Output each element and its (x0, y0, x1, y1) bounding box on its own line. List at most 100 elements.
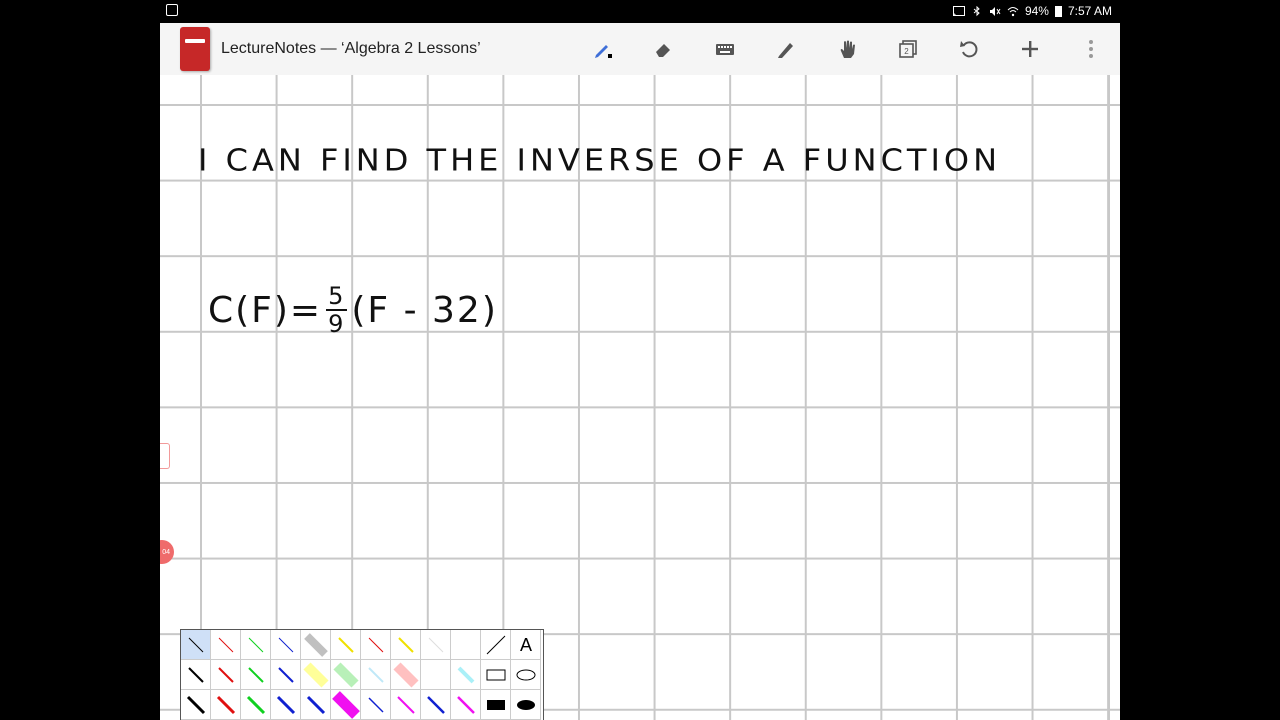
app-toolbar: LectureNotes — ‘Algebra 2 Lessons’ 2 (160, 23, 1120, 76)
palette-empty[interactable] (451, 630, 481, 660)
hand-icon (840, 40, 855, 58)
stroke-swatch (428, 637, 444, 653)
page-layers-button[interactable]: 2 (894, 35, 922, 63)
stroke-swatch (216, 695, 236, 715)
pen-tool-button[interactable] (589, 35, 617, 63)
palette-thick-green[interactable] (241, 690, 271, 720)
pencil-tool-button[interactable] (772, 35, 800, 63)
stroke-swatch (393, 662, 419, 688)
filled-ellipse-icon (517, 700, 535, 710)
stroke-swatch (186, 695, 206, 715)
line-icon (486, 635, 506, 655)
eraser-tool-button[interactable] (650, 35, 678, 63)
palette-line-tool[interactable] (481, 630, 511, 660)
more-menu-button[interactable] (1077, 35, 1105, 63)
palette-thin-yellow-2[interactable] (391, 630, 421, 660)
palette-text-tool[interactable]: A (511, 630, 541, 660)
battery-icon (1054, 5, 1062, 17)
palette-medium-blue[interactable] (271, 660, 301, 690)
keyboard-tool-button[interactable] (711, 35, 739, 63)
palette-lightblue-thin[interactable] (361, 660, 391, 690)
palette-thin-blue[interactable] (271, 630, 301, 660)
pencil-icon (778, 43, 793, 58)
clock: 7:57 AM (1067, 4, 1112, 18)
stroke-swatch (303, 662, 329, 688)
stroke-swatch (276, 695, 296, 715)
mute-icon (989, 6, 1001, 16)
app-title: LectureNotes — ‘Algebra 2 Lessons’ (221, 40, 481, 57)
palette-thin-green[interactable] (241, 630, 271, 660)
pages-icon: 2 (899, 40, 917, 58)
pen-icon (595, 45, 612, 58)
palette-ellipse-tool[interactable] (511, 660, 541, 690)
palette-thick-red[interactable] (211, 690, 241, 720)
palette-thin-lightgray[interactable] (421, 630, 451, 660)
page-layers-badge: 2 (904, 47, 909, 56)
palette-filled-ellipse-tool[interactable] (511, 690, 541, 720)
keyboard-icon (716, 44, 734, 55)
handwritten-equation: C(F)= 5 9 (F - 32) (208, 283, 498, 337)
palette-thin-red-2[interactable] (361, 630, 391, 660)
fraction-numerator: 5 (326, 282, 348, 311)
notebook-app-icon[interactable] (180, 27, 210, 71)
filled-rectangle-icon (487, 700, 505, 710)
stroke-swatch (398, 637, 414, 653)
palette-thick-blue-2[interactable] (301, 690, 331, 720)
handwritten-heading: I CAN FIND THE INVERSE OF A FUNCTION (198, 141, 1002, 179)
palette-empty-2[interactable] (421, 660, 451, 690)
stroke-swatch (457, 696, 475, 714)
stroke-swatch (248, 667, 264, 683)
ellipse-icon (516, 669, 536, 681)
palette-cyan-highlighter[interactable] (451, 660, 481, 690)
screen-record-icon (166, 4, 178, 16)
cast-icon (952, 5, 965, 16)
palette-medium-red[interactable] (211, 660, 241, 690)
palette-magenta-medium[interactable] (451, 690, 481, 720)
palette-rectangle-tool[interactable] (481, 660, 511, 690)
stroke-swatch (368, 697, 384, 713)
stroke-swatch (188, 637, 204, 653)
add-button[interactable] (1016, 35, 1044, 63)
palette-yellow-highlighter[interactable] (301, 660, 331, 690)
side-drawer-handle[interactable] (160, 443, 170, 469)
palette-thin-red[interactable] (211, 630, 241, 660)
app-window: LectureNotes — ‘Algebra 2 Lessons’ 2 I C… (160, 23, 1120, 720)
fraction-denominator: 9 (328, 310, 346, 338)
more-vert-icon (1089, 40, 1093, 58)
palette-gray-highlighter[interactable] (301, 630, 331, 660)
palette-pink-highlighter[interactable] (391, 660, 421, 690)
rectangle-icon (486, 669, 506, 681)
palette-green-highlighter[interactable] (331, 660, 361, 690)
wifi-icon (1007, 6, 1019, 16)
eraser-icon (656, 44, 670, 57)
palette-blue-medium[interactable] (421, 690, 451, 720)
stroke-swatch (248, 637, 264, 653)
bluetooth-icon (973, 5, 980, 16)
palette-thin-yellow[interactable] (331, 630, 361, 660)
equation-rhs: (F - 32) (351, 289, 498, 331)
stroke-swatch (457, 666, 475, 684)
stroke-swatch (368, 667, 384, 683)
stroke-swatch (338, 637, 354, 653)
stroke-swatch (333, 662, 359, 688)
stroke-swatch (218, 637, 234, 653)
pen-palette: A (180, 629, 544, 720)
stroke-swatch (332, 691, 360, 719)
palette-thick-blue[interactable] (271, 690, 301, 720)
stroke-swatch (188, 667, 204, 683)
palette-thin-black[interactable] (181, 630, 211, 660)
hand-tool-button[interactable] (833, 35, 861, 63)
palette-magenta-thin[interactable] (391, 690, 421, 720)
palette-magenta-highlighter[interactable] (331, 690, 361, 720)
stroke-swatch (246, 695, 266, 715)
palette-thick-black[interactable] (181, 690, 211, 720)
palette-medium-green[interactable] (241, 660, 271, 690)
stroke-swatch (304, 633, 328, 657)
palette-medium-black[interactable] (181, 660, 211, 690)
status-bar: 94% 7:57 AM (0, 0, 1280, 23)
undo-button[interactable] (955, 35, 983, 63)
stroke-swatch (427, 696, 445, 714)
page-right-edge (1108, 75, 1110, 720)
palette-filled-rectangle-tool[interactable] (481, 690, 511, 720)
palette-blue-thin-2[interactable] (361, 690, 391, 720)
